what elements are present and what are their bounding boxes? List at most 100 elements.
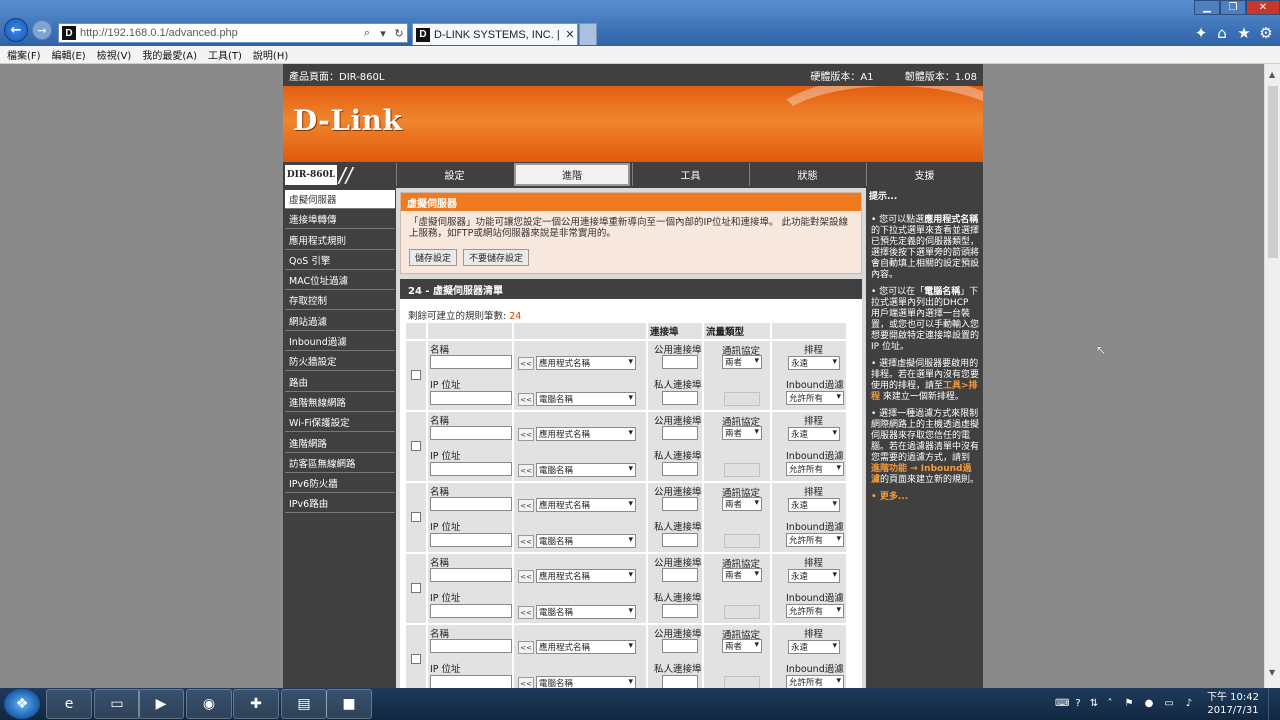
sidebar-item[interactable]: 進階無線網路 xyxy=(285,392,395,412)
ie-icon[interactable]: e xyxy=(46,689,92,719)
address-url[interactable]: http://192.168.0.1/advanced.php xyxy=(80,27,359,39)
sidebar-item[interactable]: Inbound過濾 xyxy=(285,332,395,352)
app-fill-button[interactable]: << xyxy=(518,641,534,654)
application-select[interactable]: 應用程式名稱 xyxy=(536,498,636,512)
sidebar-item[interactable]: 網站過濾 xyxy=(285,311,395,331)
public-port-input[interactable] xyxy=(662,355,698,369)
tray-app-icon[interactable]: ● xyxy=(1142,697,1156,711)
ip-input[interactable] xyxy=(430,675,512,688)
tab-setup[interactable]: 設定 xyxy=(396,163,512,186)
inbound-select[interactable]: 允許所有 xyxy=(786,391,844,405)
application-select[interactable]: 應用程式名稱 xyxy=(536,356,636,370)
protocol-select[interactable]: 兩者 xyxy=(722,639,762,653)
dropdown-icon[interactable]: ▾ xyxy=(375,27,391,40)
close-window-button[interactable]: ✕ xyxy=(1246,0,1280,15)
new-tab-button[interactable] xyxy=(579,23,597,45)
app-fill-button[interactable]: << xyxy=(518,499,534,512)
gear-icon[interactable]: ⚙ xyxy=(1257,24,1275,42)
ip-input[interactable] xyxy=(430,462,512,476)
sidebar-item[interactable]: QoS 引擎 xyxy=(285,250,395,270)
pc-fill-button[interactable]: << xyxy=(518,535,534,548)
private-port-input[interactable] xyxy=(662,462,698,476)
save-settings-button[interactable]: 儲存設定 xyxy=(409,249,458,266)
sidebar-item[interactable]: 存取控制 xyxy=(285,291,395,311)
protocol-select[interactable]: 兩者 xyxy=(722,426,762,440)
close-tab-icon[interactable]: ✕ xyxy=(563,28,577,41)
address-bar[interactable]: D http://192.168.0.1/advanced.php ⌕ ▾ ↻ xyxy=(58,23,408,43)
inbound-select[interactable]: 允許所有 xyxy=(786,533,844,547)
app-icon[interactable]: ■ xyxy=(326,689,372,719)
menu-view[interactable]: 檢視(V) xyxy=(97,47,132,62)
network-icon[interactable]: ✚ xyxy=(233,689,279,719)
maximize-button[interactable]: ❐ xyxy=(1220,0,1246,15)
sidebar-item[interactable]: 應用程式規則 xyxy=(285,230,395,250)
protocol-select[interactable]: 兩者 xyxy=(722,497,762,511)
computer-select[interactable]: 電腦名稱 xyxy=(536,676,636,688)
system-clock[interactable]: 下午 10:42 2017/7/31 xyxy=(1203,691,1263,717)
dont-save-button[interactable]: 不要儲存設定 xyxy=(463,249,530,266)
sidebar-item[interactable]: 連接埠轉傳 xyxy=(285,210,395,230)
application-select[interactable]: 應用程式名稱 xyxy=(536,640,636,654)
sticky-notes-icon[interactable]: ▤ xyxy=(281,689,327,719)
computer-select[interactable]: 電腦名稱 xyxy=(536,605,636,619)
schedule-select[interactable]: 永遠 xyxy=(788,356,840,370)
menu-favorites[interactable]: 我的最愛(A) xyxy=(142,47,197,62)
sidebar-item[interactable]: IPv6路由 xyxy=(285,494,395,514)
tab-status[interactable]: 狀態 xyxy=(749,163,865,186)
computer-select[interactable]: 電腦名稱 xyxy=(536,534,636,548)
page-scrollbar[interactable]: ▲ ▼ xyxy=(1264,64,1280,688)
scroll-down-icon[interactable]: ▼ xyxy=(1269,668,1275,677)
tray-display-icon[interactable]: ▭ xyxy=(1162,697,1176,711)
ip-input[interactable] xyxy=(430,604,512,618)
start-button[interactable]: ❖ xyxy=(4,689,40,719)
application-select[interactable]: 應用程式名稱 xyxy=(536,427,636,441)
tray-flag-icon[interactable]: ⚑ xyxy=(1122,697,1136,711)
name-input[interactable] xyxy=(430,355,512,369)
inbound-select[interactable]: 允許所有 xyxy=(786,675,844,688)
protocol-select[interactable]: 兩者 xyxy=(722,568,762,582)
menu-help[interactable]: 說明(H) xyxy=(253,47,288,62)
sidebar-item[interactable]: IPv6防火牆 xyxy=(285,474,395,494)
rule-enable-checkbox[interactable] xyxy=(411,370,421,380)
sidebar-item[interactable]: 路由 xyxy=(285,372,395,392)
rule-enable-checkbox[interactable] xyxy=(411,512,421,522)
minimize-button[interactable]: ▁ xyxy=(1194,0,1220,15)
menu-edit[interactable]: 編輯(E) xyxy=(52,47,86,62)
inbound-select[interactable]: 允許所有 xyxy=(786,604,844,618)
compat-view-icon[interactable]: ✦ xyxy=(1192,24,1210,42)
computer-select[interactable]: 電腦名稱 xyxy=(536,463,636,477)
scroll-up-icon[interactable]: ▲ xyxy=(1269,70,1275,79)
rule-enable-checkbox[interactable] xyxy=(411,654,421,664)
rule-enable-checkbox[interactable] xyxy=(411,441,421,451)
chrome-icon[interactable]: ◉ xyxy=(186,689,232,719)
refresh-icon[interactable]: ↻ xyxy=(391,27,407,40)
schedule-select[interactable]: 永遠 xyxy=(788,569,840,583)
sidebar-item[interactable]: 進階網路 xyxy=(285,433,395,453)
media-player-icon[interactable]: ▶ xyxy=(138,689,184,719)
public-port-input[interactable] xyxy=(662,497,698,511)
tray-connect-icon[interactable]: ⇅ xyxy=(1087,697,1101,711)
name-input[interactable] xyxy=(430,568,512,582)
public-port-input[interactable] xyxy=(662,568,698,582)
pc-fill-button[interactable]: << xyxy=(518,677,534,688)
forward-arrow-icon[interactable]: → xyxy=(32,20,52,40)
computer-select[interactable]: 電腦名稱 xyxy=(536,392,636,406)
app-fill-button[interactable]: << xyxy=(518,428,534,441)
private-port-input[interactable] xyxy=(662,391,698,405)
sidebar-item[interactable]: MAC位址過濾 xyxy=(285,271,395,291)
sidebar-item[interactable]: 虛擬伺服器 xyxy=(285,190,395,209)
sidebar-item[interactable]: 訪客區無線網路 xyxy=(285,453,395,473)
public-port-input[interactable] xyxy=(662,639,698,653)
tray-keyboard-icon[interactable]: ⌨ xyxy=(1055,697,1069,711)
private-port-input[interactable] xyxy=(662,675,698,688)
pc-fill-button[interactable]: << xyxy=(518,464,534,477)
star-icon[interactable]: ★ xyxy=(1235,24,1253,42)
rule-enable-checkbox[interactable] xyxy=(411,583,421,593)
name-input[interactable] xyxy=(430,426,512,440)
hint-more-link[interactable]: • 更多... xyxy=(869,492,980,503)
app-fill-button[interactable]: << xyxy=(518,570,534,583)
back-arrow-icon[interactable]: ← xyxy=(4,18,28,42)
tab-support[interactable]: 支援 xyxy=(866,163,982,186)
name-input[interactable] xyxy=(430,497,512,511)
protocol-select[interactable]: 兩者 xyxy=(722,355,762,369)
